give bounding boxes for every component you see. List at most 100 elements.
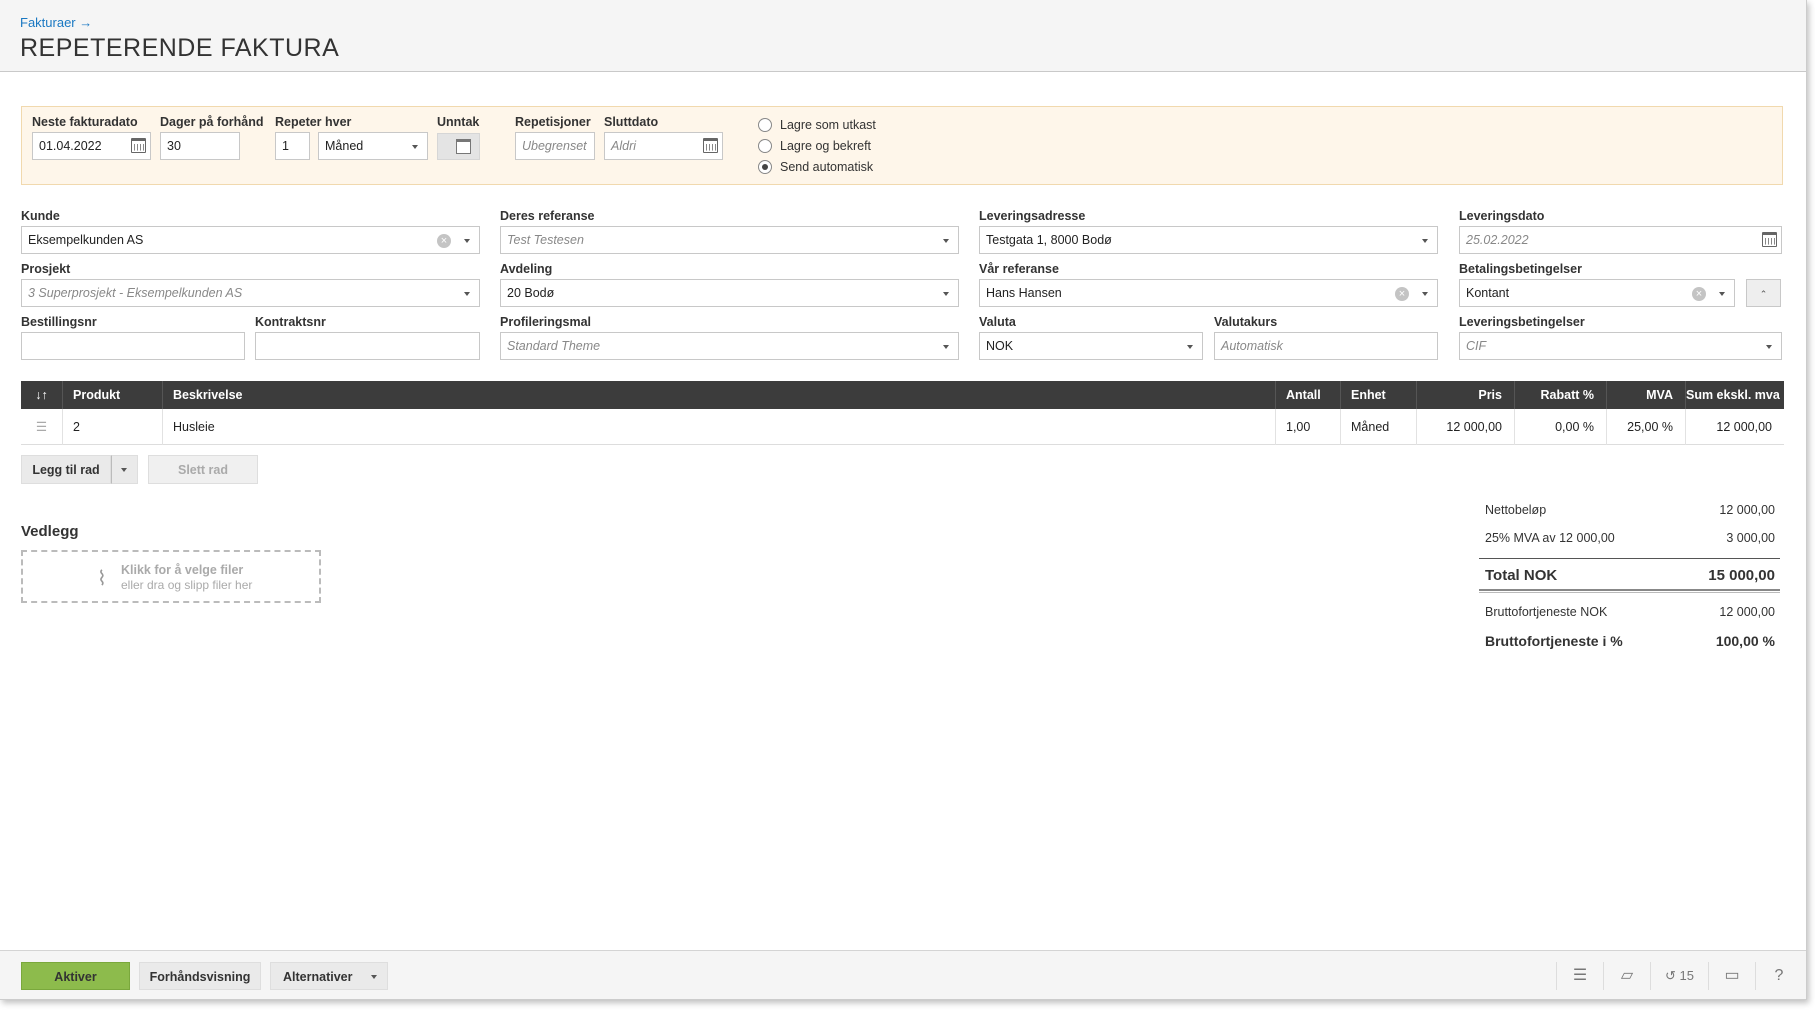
total-value: 15 000,00 (1708, 567, 1775, 584)
avdeling-select[interactable]: 20 Bodø (500, 279, 959, 307)
valuta-select[interactable]: NOK (979, 332, 1203, 360)
alternatives-label: Alternativer (283, 970, 353, 984)
cell-beskrivelse[interactable]: Husleie (162, 409, 1275, 445)
profil-label: Profileringsmal (500, 315, 591, 329)
days-input[interactable]: 30 (160, 132, 240, 160)
summary-netto: Nettobeløp 12 000,00 (1485, 503, 1775, 517)
history-button[interactable]: ↺ 15 (1650, 962, 1708, 990)
paperclip-icon: ⌇ (97, 568, 107, 590)
radio-draft[interactable] (758, 118, 772, 132)
levbet-select[interactable]: CIF (1459, 332, 1782, 360)
total-label: Total NOK (1485, 567, 1558, 584)
cell-mva[interactable]: 25,00 % (1606, 409, 1685, 445)
alternatives-button[interactable]: Alternativer (270, 962, 388, 990)
exceptions-button[interactable] (437, 133, 480, 160)
var-ref-label: Vår referanse (979, 262, 1059, 276)
days-label: Dager på forhånd (160, 115, 264, 129)
collapse-button[interactable]: ⌃ (1746, 279, 1781, 307)
netto-value: 12 000,00 (1719, 503, 1775, 517)
col-sum: Sum ekskl. mva (1685, 381, 1784, 409)
calendar-icon[interactable] (131, 138, 146, 153)
repeat-count-input[interactable]: 1 (275, 132, 310, 160)
kontrakt-label: Kontraktsnr (255, 315, 326, 329)
table-row[interactable]: ☰ 2 Husleie 1,00 Måned 12 000,00 0,00 % … (21, 409, 1784, 445)
chevron-down-icon (412, 145, 418, 149)
app-window: Fakturaer → REPETERENDE FAKTURA Neste fa… (0, 0, 1807, 1000)
radio-confirm[interactable] (758, 139, 772, 153)
note-icon[interactable]: ▱ (1603, 962, 1650, 990)
cell-antall[interactable]: 1,00 (1275, 409, 1340, 445)
drag-handle-icon[interactable]: ☰ (21, 409, 62, 445)
chevron-up-icon: ⌃ (1759, 289, 1768, 299)
calendar-icon[interactable] (703, 138, 718, 153)
chevron-down-icon (464, 292, 470, 296)
chevron-down-icon (943, 239, 949, 243)
dropzone-line2: eller dra og slipp filer her (121, 578, 253, 592)
help-icon[interactable]: ? (1755, 962, 1802, 990)
next-date-label: Neste fakturadato (32, 115, 138, 129)
sort-icon[interactable]: ↓↑ (21, 381, 62, 409)
avdeling-label: Avdeling (500, 262, 553, 276)
summary-double-line (1479, 589, 1780, 593)
kunde-select[interactable]: Eksempelkunden AS × (21, 226, 480, 254)
add-row-menu-button[interactable] (111, 455, 138, 484)
deres-ref-label: Deres referanse (500, 209, 595, 223)
repeat-unit-select[interactable]: Måned (318, 132, 428, 160)
profil-select[interactable]: Standard Theme (500, 332, 959, 360)
levadr-select[interactable]: Testgata 1, 8000 Bodø (979, 226, 1438, 254)
radio-draft-label[interactable]: Lagre som utkast (780, 118, 876, 132)
chevron-down-icon (1719, 292, 1725, 296)
cell-pris[interactable]: 12 000,00 (1416, 409, 1514, 445)
col-antall: Antall (1275, 381, 1340, 409)
netto-label: Nettobeløp (1485, 503, 1547, 517)
clear-icon[interactable]: × (437, 234, 451, 248)
breadcrumb-fakturaer[interactable]: Fakturaer → (20, 15, 92, 30)
chevron-down-icon (1766, 345, 1772, 349)
add-row-button[interactable]: Legg til rad (21, 455, 111, 484)
kontrakt-input[interactable] (255, 332, 480, 360)
clear-icon[interactable]: × (1395, 287, 1409, 301)
chevron-down-icon (121, 468, 127, 472)
attachments-title: Vedlegg (21, 523, 79, 540)
valutakurs-label: Valutakurs (1214, 315, 1278, 329)
levdato-input[interactable]: 25.02.2022 (1459, 226, 1782, 254)
next-date-input[interactable]: 01.04.2022 (32, 132, 151, 160)
add-list-icon[interactable]: ☰ (1556, 962, 1603, 990)
col-rabatt: Rabatt % (1514, 381, 1606, 409)
end-date-input[interactable]: Aldri (604, 132, 723, 160)
history-count: 15 (1679, 968, 1694, 983)
betaling-select[interactable]: Kontant × (1459, 279, 1735, 307)
page-header: Fakturaer → REPETERENDE FAKTURA (0, 0, 1806, 72)
add-comment-icon[interactable]: ▭ (1708, 962, 1755, 990)
cell-produkt[interactable]: 2 (62, 409, 162, 445)
var-ref-select[interactable]: Hans Hansen × (979, 279, 1438, 307)
chevron-down-icon (943, 292, 949, 296)
repetitions-label: Repetisjoner (515, 115, 591, 129)
valutakurs-input[interactable]: Automatisk (1214, 332, 1438, 360)
repeat-label: Repeter hver (275, 115, 352, 129)
clear-icon[interactable]: × (1692, 287, 1706, 301)
summary-brutto-pct: Bruttofortjeneste i % 100,00 % (1485, 633, 1775, 649)
bestilling-label: Bestillingsnr (21, 315, 97, 329)
radio-send-auto-label[interactable]: Send automatisk (780, 160, 873, 174)
chevron-down-icon (943, 345, 949, 349)
calendar-icon[interactable] (1762, 232, 1777, 247)
deres-ref-select[interactable]: Test Testesen (500, 226, 959, 254)
col-produkt: Produkt (62, 381, 162, 409)
bestilling-input[interactable] (21, 332, 245, 360)
summary-mva: 25% MVA av 12 000,00 3 000,00 (1485, 531, 1775, 545)
radio-send-auto[interactable] (758, 160, 772, 174)
file-dropzone[interactable]: ⌇ Klikk for å velge filer eller dra og s… (21, 550, 321, 603)
repetitions-input[interactable]: Ubegrenset (515, 132, 595, 160)
kunde-label: Kunde (21, 209, 60, 223)
delete-row-button[interactable]: Slett rad (148, 455, 258, 484)
activate-button[interactable]: Aktiver (21, 962, 130, 990)
prosjekt-select[interactable]: 3 Superprosjekt - Eksempelkunden AS (21, 279, 480, 307)
preview-button[interactable]: Forhåndsvisning (139, 962, 261, 990)
cell-enhet[interactable]: Måned (1340, 409, 1416, 445)
radio-confirm-label[interactable]: Lagre og bekreft (780, 139, 871, 153)
cell-rabatt[interactable]: 0,00 % (1514, 409, 1606, 445)
invoice-lines-table: ↓↑ Produkt Beskrivelse Antall Enhet Pris… (21, 381, 1784, 445)
brutto-value: 12 000,00 (1719, 605, 1775, 619)
table-header: ↓↑ Produkt Beskrivelse Antall Enhet Pris… (21, 381, 1784, 409)
